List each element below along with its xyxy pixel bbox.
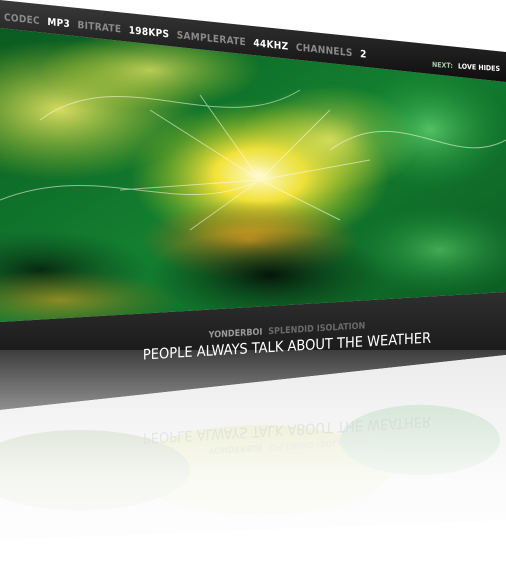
media-player-window: CODEC MP3 BITRATE 198KPS SAMPLERATE 44KH… <box>0 0 506 585</box>
perspective-player: CODEC MP3 BITRATE 198KPS SAMPLERATE 44KH… <box>0 0 506 585</box>
codec-value: MP3 <box>47 17 70 30</box>
next-track-label: NEXT: <box>432 61 453 70</box>
channels-value: 2 <box>360 49 367 61</box>
reflection: PEOPLE ALWAYS TALK ABOUT THE WEATHER YON… <box>0 350 506 585</box>
